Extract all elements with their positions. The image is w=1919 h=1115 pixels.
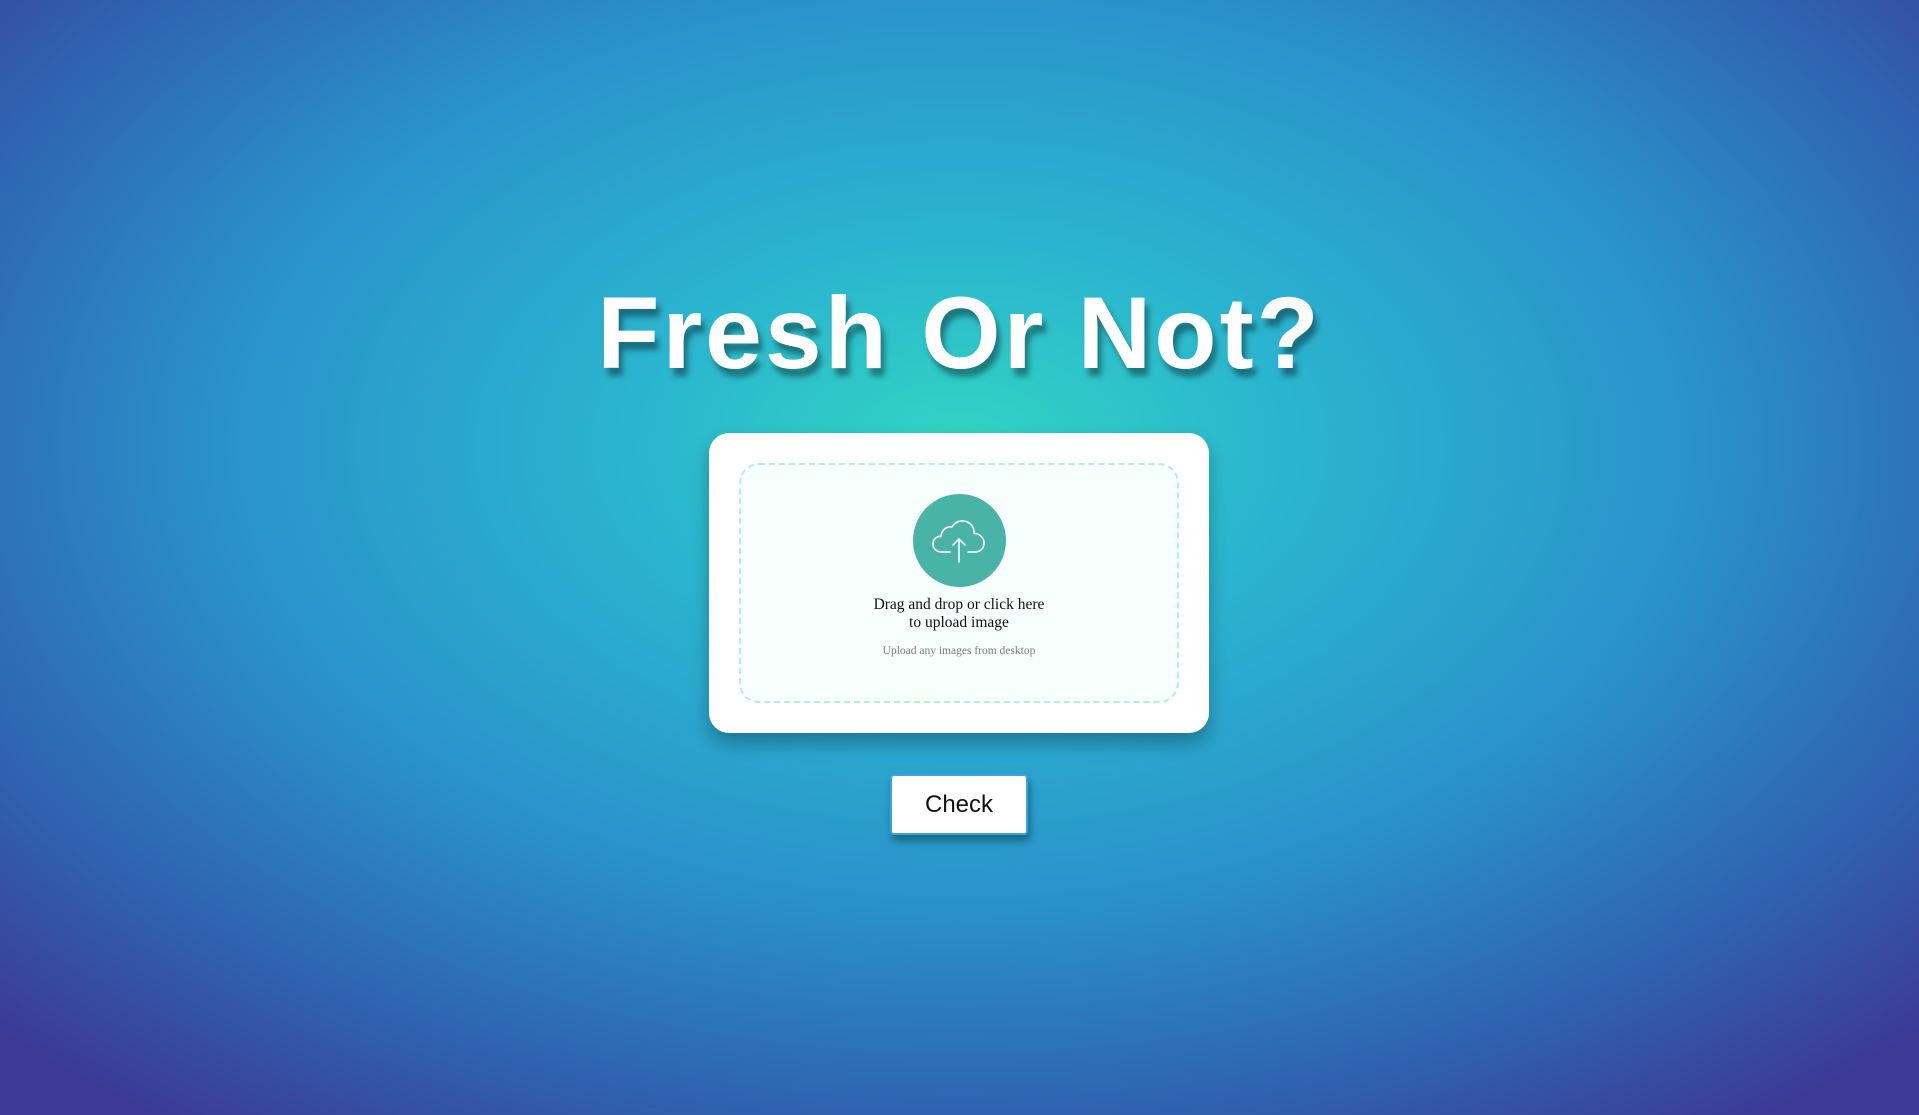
upload-instruction-line2: to upload image (909, 614, 1009, 631)
cloud-upload-icon[interactable] (912, 494, 1006, 587)
upload-card: Drag and drop or click here to upload im… (709, 433, 1209, 733)
page: Fresh Or Not? Drag and drop or click her… (0, 0, 1919, 1115)
upload-instruction: Drag and drop or click here to upload im… (874, 596, 1045, 632)
page-title: Fresh Or Not? (597, 276, 1322, 390)
upload-hint: Upload any images from desktop (882, 645, 1036, 657)
upload-dropzone[interactable]: Drag and drop or click here to upload im… (739, 463, 1179, 703)
upload-instruction-line1: Drag and drop or click here (873, 596, 1045, 613)
check-button[interactable]: Check (890, 774, 1028, 835)
